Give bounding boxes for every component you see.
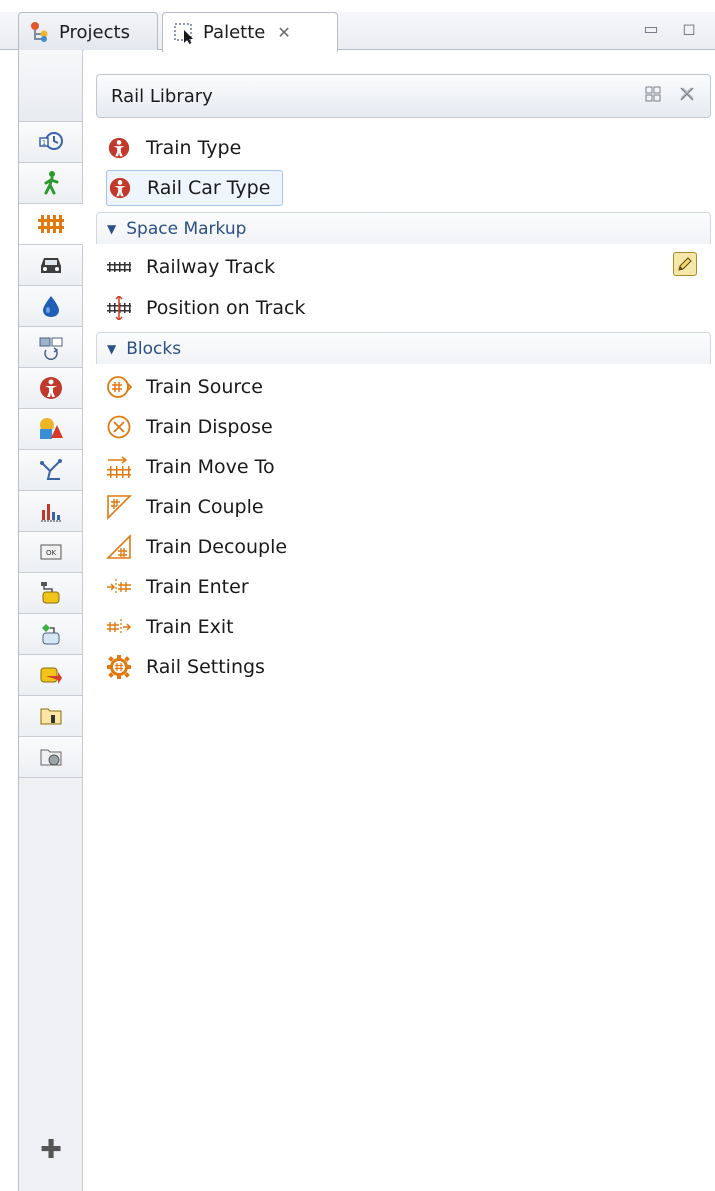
palette-item-label: Train Move To xyxy=(146,456,275,478)
rail-settings-icon xyxy=(106,654,132,680)
category-actions[interactable] xyxy=(19,696,82,737)
palette-item-train-source[interactable]: Train Source xyxy=(106,369,263,405)
train-move-to-icon xyxy=(106,454,132,480)
controls-icon: OK xyxy=(40,544,61,560)
palette-item-label: Train Decouple xyxy=(146,536,288,558)
category-agent[interactable] xyxy=(19,368,82,409)
palette-item-train-decouple[interactable]: Train Decouple xyxy=(106,529,287,565)
palette-item-railway-track[interactable]: Railway Track xyxy=(106,249,275,285)
palette-item-label: Train Source xyxy=(146,376,263,398)
section-space-markup[interactable]: ▼ Space Markup xyxy=(96,212,711,244)
category-pictures[interactable] xyxy=(19,737,82,778)
train-dispose-icon xyxy=(106,414,132,440)
road-traffic-icon xyxy=(40,258,61,273)
category-process-modeling[interactable]: 1 xyxy=(19,122,82,163)
palette-item-train-enter[interactable]: Train Enter xyxy=(106,569,249,605)
palette-item-rail-settings[interactable]: Rail Settings xyxy=(106,649,265,685)
palette-item-label: Rail Settings xyxy=(146,656,265,678)
collapse-triangle-icon: ▼ xyxy=(107,221,117,236)
section-title: Space Markup xyxy=(126,218,247,239)
palette-item-label: Rail Car Type xyxy=(147,177,271,199)
agent-type-icon xyxy=(106,135,132,161)
palette-item-train-couple[interactable]: Train Couple xyxy=(106,489,264,525)
category-controls[interactable]: OK xyxy=(19,532,82,573)
palette-item-train-move-to[interactable]: Train Move To xyxy=(106,449,275,485)
palette-item-label: Railway Track xyxy=(146,256,276,278)
agent-type-icon xyxy=(107,175,133,201)
pictures-icon xyxy=(40,749,61,766)
presentation-icon xyxy=(39,418,63,439)
add-library-button[interactable]: ✚ xyxy=(19,1135,83,1165)
category-pedestrian[interactable] xyxy=(19,163,82,204)
train-source-icon xyxy=(106,374,132,400)
actions-icon xyxy=(40,708,61,725)
category-connectivity[interactable] xyxy=(19,573,82,614)
category-bar-header xyxy=(19,50,82,122)
palette-item-rail-car-type[interactable]: Rail Car Type xyxy=(106,170,284,206)
space-markup-icon xyxy=(39,459,62,480)
tab-palette-label: Palette xyxy=(203,22,266,43)
category-system-dynamics[interactable] xyxy=(19,614,82,655)
analysis-icon xyxy=(40,504,62,522)
section-blocks[interactable]: ▼ Blocks xyxy=(96,332,711,364)
palette-item-train-dispose[interactable]: Train Dispose xyxy=(106,409,273,445)
material-handling-icon xyxy=(39,337,62,360)
category-analysis[interactable] xyxy=(19,491,82,532)
category-rail[interactable] xyxy=(19,204,83,245)
svg-text:1: 1 xyxy=(41,139,45,147)
palette-item-label: Train Dispose xyxy=(146,416,273,438)
fluid-icon xyxy=(42,296,59,317)
train-exit-icon xyxy=(106,614,132,640)
palette-item-label: Train Enter xyxy=(146,576,249,598)
maximize-button[interactable]: ◻ xyxy=(678,20,700,38)
palette-item-label: Train Type xyxy=(146,137,242,159)
train-enter-icon xyxy=(106,574,132,600)
category-fluid[interactable] xyxy=(19,286,82,327)
library-header[interactable]: Rail Library xyxy=(96,74,711,118)
connectivity-icon xyxy=(40,582,59,604)
pedestrian-icon xyxy=(44,171,58,195)
tab-palette[interactable]: Palette ✕ xyxy=(162,12,338,52)
agent-icon xyxy=(39,377,62,399)
palette-content: Rail Library Train Type Rail Car Type ▼ … xyxy=(84,50,715,1191)
palette-item-label: Train Exit xyxy=(146,616,234,638)
svg-text:OK: OK xyxy=(45,549,56,557)
category-presentation[interactable] xyxy=(19,409,82,450)
system-dynamics-icon xyxy=(41,624,59,645)
category-material-handling[interactable] xyxy=(19,327,82,368)
rail-icon xyxy=(37,215,64,233)
train-decouple-icon xyxy=(106,534,132,560)
close-icon[interactable]: ✕ xyxy=(277,23,290,42)
palette-item-label: Train Couple xyxy=(146,496,264,518)
tab-projects-label: Projects xyxy=(59,21,130,43)
palette-item-label: Position on Track xyxy=(146,297,306,319)
category-space-markup[interactable] xyxy=(19,450,82,491)
view-tab-bar: Projects Palette ✕ ▭ ◻ xyxy=(0,0,715,52)
palette-category-bar: 1 OK ✚ xyxy=(19,50,83,1191)
palette-item-position-on-track[interactable]: Position on Track xyxy=(106,290,305,326)
projects-icon xyxy=(29,20,53,44)
library-title: Rail Library xyxy=(111,85,213,107)
close-library-icon[interactable] xyxy=(678,85,696,107)
position-on-track-icon xyxy=(106,295,132,321)
grid-view-icon[interactable] xyxy=(644,85,662,107)
category-road-traffic[interactable] xyxy=(19,245,82,286)
statechart-icon xyxy=(40,667,62,684)
category-statechart[interactable] xyxy=(19,655,82,696)
process-modeling-icon: 1 xyxy=(38,132,63,150)
palette-icon xyxy=(173,21,197,45)
edit-pencil-icon[interactable] xyxy=(673,252,697,276)
palette-item-train-exit[interactable]: Train Exit xyxy=(106,609,234,645)
tab-projects[interactable]: Projects xyxy=(18,12,158,51)
collapse-triangle-icon: ▼ xyxy=(107,341,117,356)
minimize-button[interactable]: ▭ xyxy=(640,20,662,38)
railway-track-icon xyxy=(106,254,132,280)
section-title: Blocks xyxy=(126,338,182,359)
train-couple-icon xyxy=(106,494,132,520)
palette-item-train-type[interactable]: Train Type xyxy=(106,130,241,166)
